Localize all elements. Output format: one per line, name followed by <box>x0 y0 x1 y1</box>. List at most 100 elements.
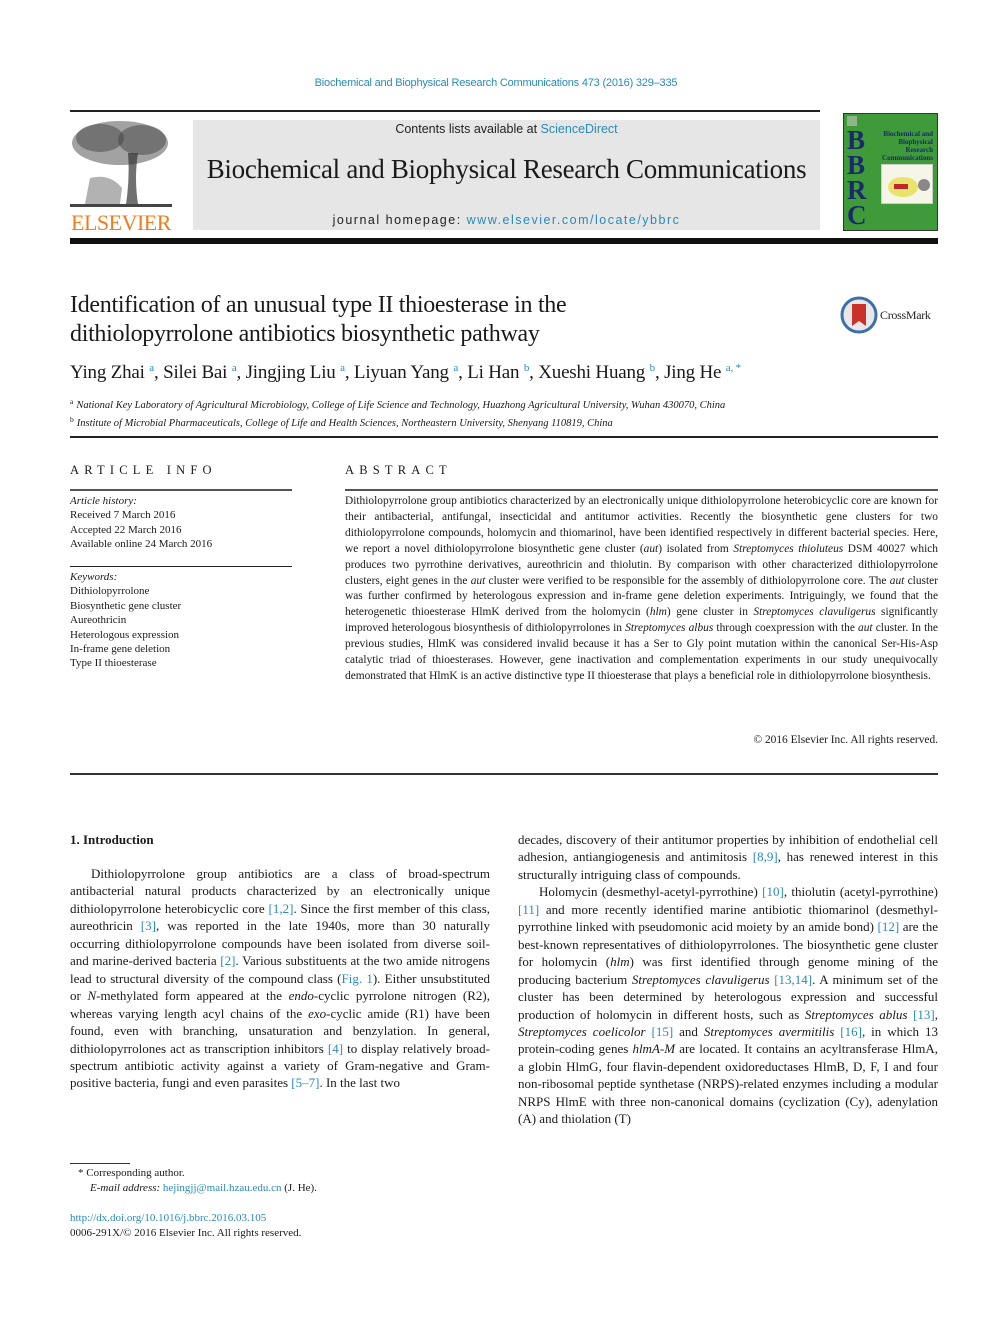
elsevier-logo[interactable]: ELSEVIER <box>70 118 172 235</box>
author-name[interactable]: Jing He <box>664 362 726 383</box>
reference-link[interactable]: [12] <box>878 919 900 934</box>
italic-term: aut <box>889 574 905 587</box>
paragraph: Holomycin (desmethyl-acetyl-pyrrothine) … <box>518 883 938 1127</box>
author-name[interactable]: Xueshi Huang <box>538 362 649 383</box>
cover-letter: C <box>847 200 867 230</box>
divider-rule <box>70 436 938 438</box>
separator: , <box>236 362 246 383</box>
italic-term: Streptomyces albus <box>625 622 714 635</box>
text-run: and more recently identified marine anti… <box>518 901 938 935</box>
reference-link[interactable]: Fig. 1 <box>342 971 373 986</box>
cover-bbrc-letters: B B R C <box>847 127 875 230</box>
author-affiliation-mark[interactable]: a, * <box>726 362 741 374</box>
italic-term: endo <box>288 988 314 1004</box>
abstract-heading: ABSTRACT <box>345 463 452 477</box>
title-line-2: dithiolopyrrolone antibiotics biosynthet… <box>70 321 540 347</box>
keyword-item: Biosynthetic gene cluster <box>70 599 182 612</box>
journal-cover-image[interactable]: B B R C Biochemical and Biophysical Rese… <box>843 113 938 231</box>
text-run: , <box>934 1006 939 1022</box>
issn-copyright: 0006-291X/© 2016 Elsevier Inc. All right… <box>70 1227 302 1239</box>
reference-link[interactable]: [13] <box>913 1007 935 1022</box>
reference-link[interactable]: [11] <box>518 902 539 917</box>
cover-title-line: Biophysical <box>898 138 933 146</box>
keywords: Keywords: Dithiolopyrrolone Biosynthetic… <box>70 570 292 671</box>
sciencedirect-link[interactable]: ScienceDirect <box>541 122 618 136</box>
author-name[interactable]: Jingjing Liu <box>246 362 341 383</box>
reference-link[interactable]: [5–7] <box>291 1075 319 1090</box>
text-run: Holomycin (desmethyl-acetyl-pyrrothine) <box>539 884 763 900</box>
elsevier-tree-icon <box>70 118 172 210</box>
italic-term: aut <box>470 574 486 587</box>
italic-term: hlm <box>610 954 630 970</box>
elsevier-wordmark: ELSEVIER <box>71 210 171 235</box>
reference-link[interactable]: [1,2] <box>269 901 294 916</box>
contents-prefix: Contents lists available at <box>395 122 541 136</box>
contents-line: Contents lists available at ScienceDirec… <box>193 122 820 136</box>
paragraph: Dithiolopyrrolone group antibiotics are … <box>70 865 490 1092</box>
homepage-line: journal homepage: www.elsevier.com/locat… <box>193 213 820 227</box>
reference-link[interactable]: [8,9] <box>753 849 778 864</box>
author-name[interactable]: Silei Bai <box>163 362 232 383</box>
italic-term: hlmA-M <box>632 1041 676 1057</box>
article-info-heading: ARTICLE INFO <box>70 463 217 477</box>
crossmark-button[interactable]: CrossMark <box>840 296 940 334</box>
article-history: Article history: Received 7 March 2016 A… <box>70 494 292 552</box>
italic-term: Streptomyces ablus <box>804 1006 908 1022</box>
reference-link[interactable]: [10] <box>762 884 784 899</box>
history-received: Received 7 March 2016 <box>70 509 176 522</box>
reference-link[interactable]: [15] <box>652 1024 674 1039</box>
author-name[interactable]: Ying Zhai <box>70 362 149 383</box>
affiliations: a National Key Laboratory of Agricultural… <box>70 395 938 431</box>
separator: , <box>654 362 665 383</box>
history-label: Article history: <box>70 495 137 507</box>
crossmark-label: CrossMark <box>880 308 931 322</box>
italic-term: aut <box>858 622 873 635</box>
keyword-item: In-frame gene deletion <box>70 643 171 656</box>
journal-citation-link[interactable]: Biochemical and Biophysical Research Com… <box>0 77 992 89</box>
reference-link[interactable]: [13,14] <box>774 972 812 987</box>
separator: , <box>153 362 164 383</box>
italic-term: Streptomyces clavuligerus <box>753 606 876 619</box>
affiliation-a: a National Key Laboratory of Agricultural… <box>70 395 938 413</box>
reference-link[interactable]: [2] <box>220 953 235 968</box>
keyword-item: Type II thioesterase <box>70 657 157 670</box>
doi-link[interactable]: http://dx.doi.org/10.1016/j.bbrc.2016.03… <box>70 1211 490 1226</box>
affiliation-mark: b <box>70 415 74 424</box>
cover-title-line: Research <box>905 146 933 154</box>
author-list: Ying Zhai a, Silei Bai a, Jingjing Liu a… <box>70 362 930 384</box>
separator: , <box>529 362 539 383</box>
divider-rule <box>70 773 938 775</box>
keyword-item: Dithiolopyrrolone <box>70 585 150 598</box>
reference-link[interactable]: [3] <box>141 918 156 933</box>
separator: , <box>344 362 354 383</box>
italic-term: Streptomyces coelicolor <box>518 1023 646 1039</box>
history-online: Available online 24 March 2016 <box>70 538 213 551</box>
divider-rule <box>345 489 938 491</box>
journal-header-box: Contents lists available at ScienceDirec… <box>193 120 820 230</box>
paragraph: decades, discovery of their antitumor pr… <box>518 831 938 883</box>
affiliation-mark: a <box>70 397 74 406</box>
text-run: . In the last two <box>319 1075 400 1091</box>
article-title: Identification of an unusual type II thi… <box>70 291 790 349</box>
cover-circle-shape <box>918 179 930 191</box>
reference-link[interactable]: [16] <box>840 1024 862 1039</box>
italic-term: aut <box>643 542 659 555</box>
divider-rule <box>70 566 292 567</box>
reference-link[interactable]: [4] <box>328 1041 343 1056</box>
corresponding-author-note: * Corresponding author. <box>78 1167 185 1179</box>
author-name[interactable]: Li Han <box>467 362 524 383</box>
cover-red-shape <box>894 184 908 189</box>
text-run: , thiolutin (acetyl-pyrrothine) <box>783 884 938 900</box>
body-column-left: Dithiolopyrrolone group antibiotics are … <box>70 865 490 1092</box>
italic-term: hlm <box>649 606 667 619</box>
email-suffix: (J. He). <box>281 1182 317 1194</box>
text-run: ) gene cluster in <box>666 606 754 619</box>
title-line-1: Identification of an unusual type II thi… <box>70 292 567 318</box>
italic-term: Streptomyces thioluteus <box>733 542 844 555</box>
journal-homepage-link[interactable]: www.elsevier.com/locate/ybbrc <box>467 213 681 227</box>
cover-title: Biochemical and Biophysical Research Com… <box>873 130 933 162</box>
author-name[interactable]: Liyuan Yang <box>354 362 453 383</box>
email-link[interactable]: hejingjj@mail.hzau.edu.cn <box>163 1182 282 1194</box>
italic-term: N <box>87 988 97 1004</box>
header-thick-rule <box>70 238 938 244</box>
